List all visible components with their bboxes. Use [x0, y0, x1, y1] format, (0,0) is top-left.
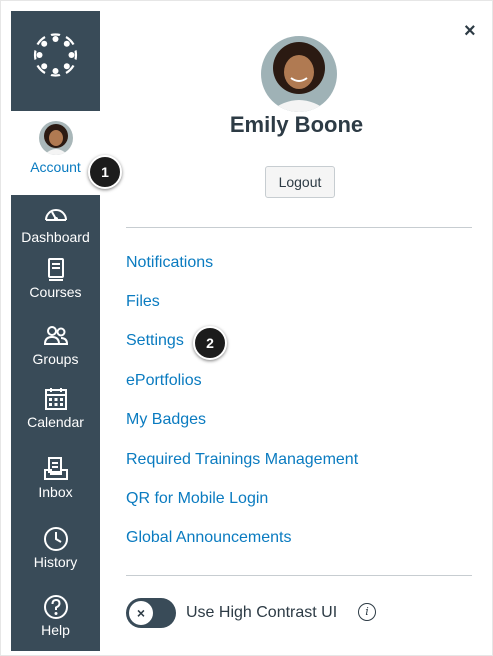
nav-label-groups: Groups — [32, 351, 79, 367]
link-notifications[interactable]: Notifications — [126, 253, 213, 273]
nav-label-history: History — [33, 554, 78, 570]
callout-badge-2: 2 — [193, 326, 227, 360]
close-icon[interactable]: × — [464, 20, 476, 43]
logout-button[interactable]: Logout — [265, 166, 335, 198]
nav-item-calendar[interactable]: Calendar — [11, 386, 100, 430]
high-contrast-toggle[interactable]: × — [126, 598, 176, 628]
close-x-icon: × — [129, 601, 153, 625]
user-name: Emily Boone — [229, 112, 364, 137]
people-icon — [43, 326, 68, 345]
nav-label-account: Account — [30, 159, 81, 175]
canvas-logo[interactable] — [11, 11, 100, 101]
nav-item-inbox[interactable]: Inbox — [11, 456, 100, 500]
link-required-trainings[interactable]: Required Trainings Management — [126, 450, 358, 470]
callout-badge-1: 1 — [88, 155, 122, 189]
nav-label-calendar: Calendar — [27, 414, 84, 430]
link-settings[interactable]: Settings — [126, 331, 184, 351]
link-eportfolios[interactable]: ePortfolios — [126, 371, 202, 391]
nav-item-courses[interactable]: Courses — [11, 256, 100, 300]
question-icon — [43, 595, 68, 619]
nav-label-dashboard: Dashboard — [21, 229, 90, 245]
divider-bottom — [126, 575, 472, 576]
nav-item-dashboard[interactable]: Dashboard — [11, 201, 100, 245]
nav-label-courses: Courses — [29, 284, 82, 300]
calendar-icon — [44, 388, 67, 410]
book-icon — [47, 258, 64, 281]
inbox-icon — [43, 457, 68, 480]
link-qr-mobile-login[interactable]: QR for Mobile Login — [126, 489, 268, 509]
link-files[interactable]: Files — [126, 292, 160, 312]
speedometer-icon — [44, 209, 67, 221]
nav-item-groups[interactable]: Groups — [11, 323, 100, 367]
link-global-announcements[interactable]: Global Announcements — [126, 528, 291, 548]
info-icon[interactable]: i — [358, 603, 376, 621]
clock-icon — [43, 527, 68, 551]
nav-label-inbox: Inbox — [38, 484, 73, 500]
high-contrast-label: Use High Contrast UI — [186, 604, 338, 621]
divider-top — [126, 227, 472, 228]
link-my-badges[interactable]: My Badges — [126, 410, 206, 430]
nav-label-help: Help — [41, 622, 70, 638]
nav-item-account[interactable]: Account — [11, 111, 100, 195]
nav-item-history[interactable]: History — [11, 526, 100, 570]
canvas-logo-icon — [33, 33, 78, 77]
global-nav: Account Dashboard Courses Groups Calenda… — [11, 11, 100, 651]
nav-item-help[interactable]: Help — [11, 594, 100, 638]
user-avatar-icon — [38, 121, 73, 155]
user-avatar-large — [261, 36, 337, 112]
